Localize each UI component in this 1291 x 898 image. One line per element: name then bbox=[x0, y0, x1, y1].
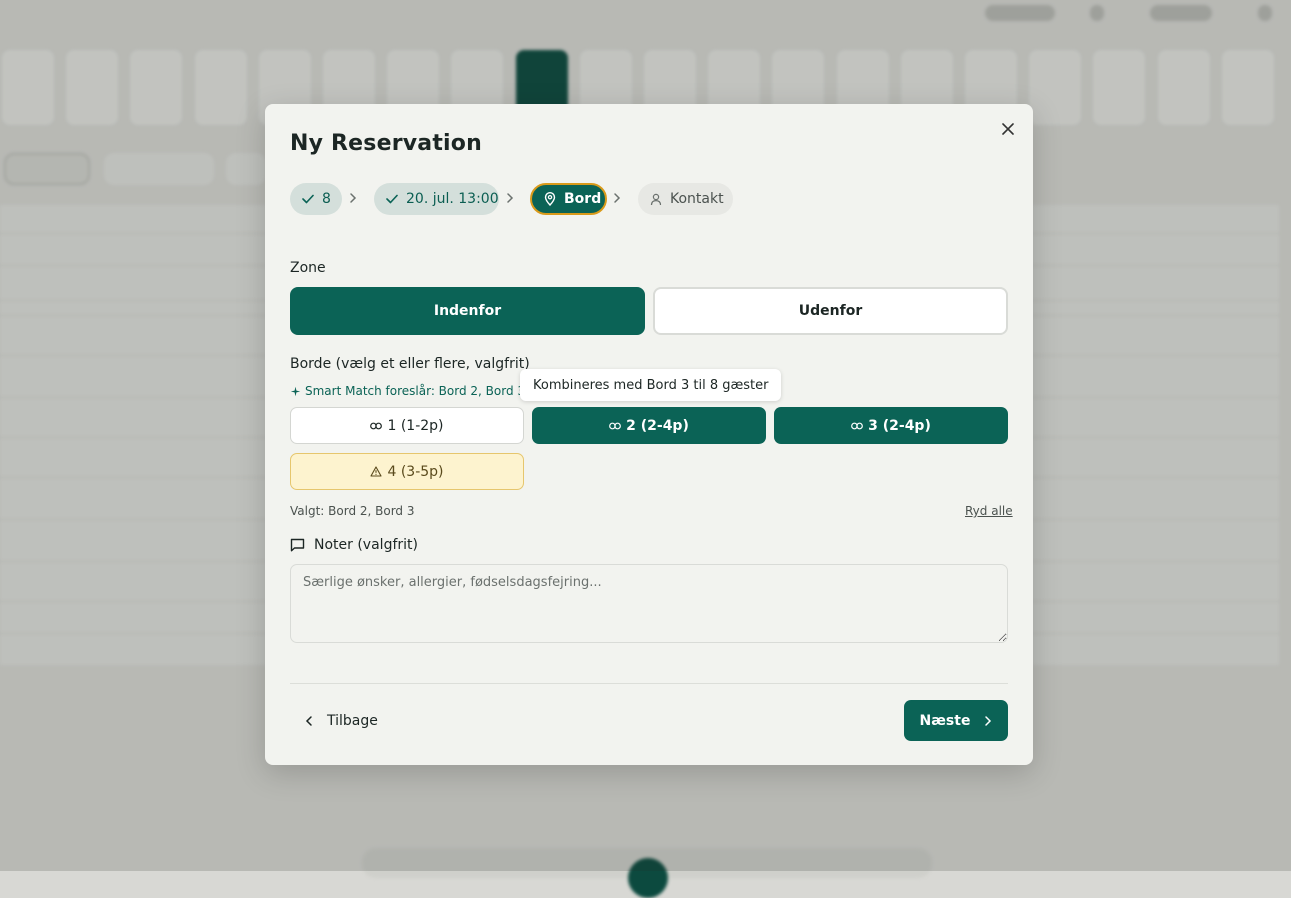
table-option-label: 2 (2-4p) bbox=[626, 417, 689, 434]
back-button[interactable]: Tilbage bbox=[305, 710, 378, 732]
link-icon bbox=[851, 422, 864, 430]
table-option-label: 1 (1-2p) bbox=[387, 417, 444, 434]
step-label: 8 bbox=[322, 191, 331, 207]
combine-tooltip: Kombineres med Bord 3 til 8 gæster bbox=[520, 369, 782, 401]
chevron-right-icon bbox=[613, 192, 625, 206]
step-label: 20. jul. 13:00 bbox=[406, 191, 499, 207]
table-option-2[interactable]: 2 (2-4p) bbox=[532, 407, 766, 444]
table-option-label: 4 (3-5p) bbox=[387, 463, 444, 480]
footer-divider bbox=[290, 683, 1008, 684]
step-table[interactable]: Bord bbox=[530, 183, 607, 215]
link-icon bbox=[370, 422, 383, 430]
zone-option-indenfor[interactable]: Indenfor bbox=[290, 287, 645, 335]
close-icon[interactable] bbox=[999, 121, 1017, 139]
next-button-label: Næste bbox=[919, 712, 971, 729]
chevron-right-icon bbox=[506, 192, 518, 206]
next-button[interactable]: Næste bbox=[904, 700, 1008, 741]
back-button-label: Tilbage bbox=[327, 713, 378, 729]
table-option-label: 3 (2-4p) bbox=[868, 417, 931, 434]
modal-title: Ny Reservation bbox=[290, 131, 482, 156]
table-option-1[interactable]: 1 (1-2p) bbox=[290, 407, 524, 444]
user-icon bbox=[650, 193, 662, 206]
step-guests[interactable]: 8 bbox=[290, 183, 342, 215]
smart-match-text: Smart Match foreslår: Bord 2, Bord 3 bbox=[305, 384, 526, 398]
table-option-3[interactable]: 3 (2-4p) bbox=[774, 407, 1008, 444]
chevron-right-icon bbox=[349, 192, 361, 206]
zone-option-udenfor[interactable]: Udenfor bbox=[653, 287, 1008, 335]
link-icon bbox=[609, 422, 622, 430]
tables-label: Borde (vælg et eller flere, valgfrit) bbox=[290, 356, 530, 372]
chevron-right-icon bbox=[984, 715, 992, 727]
step-contact[interactable]: Kontakt bbox=[638, 183, 733, 215]
selected-tables-text: Valgt: Bord 2, Bord 3 bbox=[290, 504, 415, 518]
map-pin-icon bbox=[544, 192, 556, 206]
clear-all-link[interactable]: Ryd alle bbox=[965, 504, 1013, 518]
notes-textarea[interactable] bbox=[290, 564, 1008, 643]
new-reservation-modal: Ny Reservation 8 20. jul. 13:00 Bord Kon… bbox=[265, 104, 1033, 765]
sparkle-icon bbox=[290, 386, 301, 397]
step-label: Bord bbox=[564, 191, 602, 207]
zone-label: Zone bbox=[290, 260, 326, 276]
step-label: Kontakt bbox=[670, 191, 724, 207]
warning-icon bbox=[370, 466, 383, 477]
message-icon bbox=[290, 538, 305, 552]
table-option-4[interactable]: 4 (3-5p) bbox=[290, 453, 524, 490]
smart-match-suggestion: Smart Match foreslår: Bord 2, Bord 3 bbox=[290, 384, 525, 398]
check-icon bbox=[302, 194, 314, 204]
notes-label: Noter (valgfrit) bbox=[314, 537, 418, 553]
notes-label-row: Noter (valgfrit) bbox=[290, 537, 418, 553]
check-icon bbox=[386, 194, 398, 204]
step-date-time[interactable]: 20. jul. 13:00 bbox=[374, 183, 499, 215]
chevron-left-icon bbox=[305, 715, 313, 727]
